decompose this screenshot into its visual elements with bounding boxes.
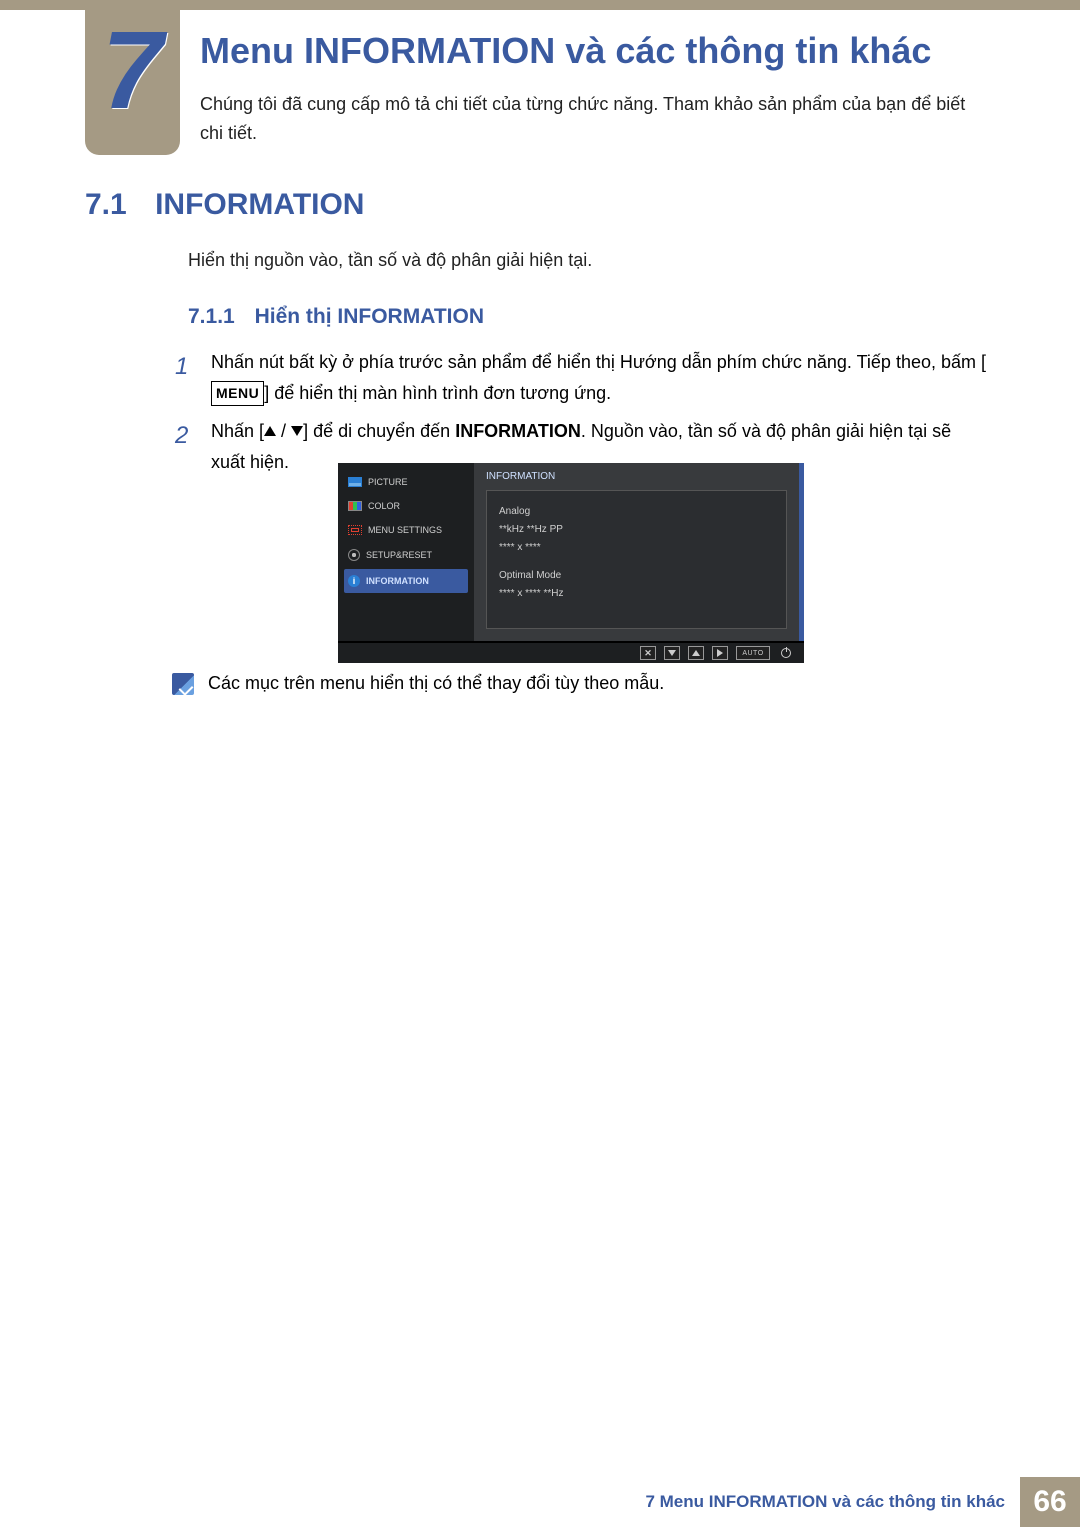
step-2-target: INFORMATION	[455, 421, 581, 441]
osd-info-line2: **kHz **Hz PP	[499, 521, 774, 539]
power-icon	[781, 648, 791, 658]
osd-item-information: i INFORMATION	[344, 569, 468, 593]
footer-chapter-label: 7 Menu INFORMATION và các thông tin khác	[630, 1477, 1020, 1527]
triangle-down-icon	[291, 426, 303, 436]
osd-screenshot: PICTURE COLOR MENU SETTINGS SETUP&RESET …	[338, 463, 804, 663]
subsection-heading: 7.1.1 Hiển thị INFORMATION	[188, 305, 484, 329]
picture-icon	[348, 477, 362, 487]
osd-info-line1: Analog	[499, 503, 774, 521]
osd-info-line3: **** x ****	[499, 539, 774, 557]
step-1-body: Nhấn nút bất kỳ ở phía trước sản phẩm để…	[211, 347, 990, 408]
osd-power-button	[778, 646, 794, 660]
osd-info-line4: Optimal Mode	[499, 567, 774, 585]
osd-window: PICTURE COLOR MENU SETTINGS SETUP&RESET …	[338, 463, 804, 641]
footer-page-number: 66	[1020, 1477, 1080, 1527]
osd-item-label: PICTURE	[368, 477, 408, 487]
subsection-number: 7.1.1	[188, 305, 235, 328]
step-1: 1 Nhấn nút bất kỳ ở phía trước sản phẩm …	[175, 347, 990, 408]
step-2-text-a: Nhấn [	[211, 421, 264, 441]
step-number: 2	[175, 416, 197, 477]
note-text: Các mục trên menu hiển thị có thể thay đ…	[208, 673, 664, 694]
chapter-number: 7	[102, 16, 163, 126]
osd-item-picture: PICTURE	[344, 471, 468, 493]
osd-item-setup-reset: SETUP&RESET	[344, 543, 468, 567]
osd-button-bar: ✕ AUTO	[338, 641, 804, 663]
step-number: 1	[175, 347, 197, 408]
osd-right-button	[712, 646, 728, 660]
section-heading: 7.1 INFORMATION	[85, 188, 364, 222]
note-icon	[172, 673, 194, 695]
osd-panel-body: Analog **kHz **Hz PP **** x **** Optimal…	[486, 490, 787, 629]
gear-icon	[348, 525, 362, 535]
osd-panel: INFORMATION Analog **kHz **Hz PP **** x …	[474, 463, 799, 641]
osd-item-label: COLOR	[368, 501, 400, 511]
triangle-up-icon	[264, 426, 276, 436]
chapter-tab: 7	[85, 10, 180, 155]
osd-panel-title: INFORMATION	[474, 463, 799, 486]
step-2-text-b: ] để di chuyển đến	[303, 421, 455, 441]
section-number: 7.1	[85, 188, 127, 221]
osd-item-label: MENU SETTINGS	[368, 525, 442, 535]
chapter-title: Menu INFORMATION và các thông tin khác	[200, 30, 931, 72]
section-desc: Hiển thị nguồn vào, tần số và độ phân gi…	[188, 250, 592, 271]
reset-icon	[348, 549, 360, 561]
osd-sidebar: PICTURE COLOR MENU SETTINGS SETUP&RESET …	[338, 463, 474, 641]
osd-item-label: INFORMATION	[366, 576, 429, 586]
osd-up-button	[688, 646, 704, 660]
osd-item-color: COLOR	[344, 495, 468, 517]
osd-auto-button: AUTO	[736, 646, 770, 660]
info-icon: i	[348, 575, 360, 587]
osd-item-label: SETUP&RESET	[366, 550, 432, 560]
osd-info-line5: **** x **** **Hz	[499, 585, 774, 603]
triangle-down-icon	[668, 650, 676, 656]
osd-down-button	[664, 646, 680, 660]
triangle-up-icon	[692, 650, 700, 656]
step-1-text-b: để hiển thị màn hình trình đơn tương ứng…	[274, 383, 611, 403]
color-icon	[348, 501, 362, 511]
close-icon: ✕	[644, 648, 652, 659]
osd-item-menu-settings: MENU SETTINGS	[344, 519, 468, 541]
chapter-intro: Chúng tôi đã cung cấp mô tả chi tiết của…	[200, 90, 990, 148]
subsection-title: Hiển thị INFORMATION	[255, 305, 484, 328]
page-footer: 7 Menu INFORMATION và các thông tin khác…	[0, 1477, 1080, 1527]
menu-button-label: MENU	[211, 381, 264, 407]
step-1-text-a: Nhấn nút bất kỳ ở phía trước sản phẩm để…	[211, 352, 976, 372]
note: Các mục trên menu hiển thị có thể thay đ…	[172, 673, 664, 695]
section-title: INFORMATION	[155, 188, 364, 221]
triangle-right-icon	[717, 649, 723, 657]
osd-close-button: ✕	[640, 646, 656, 660]
